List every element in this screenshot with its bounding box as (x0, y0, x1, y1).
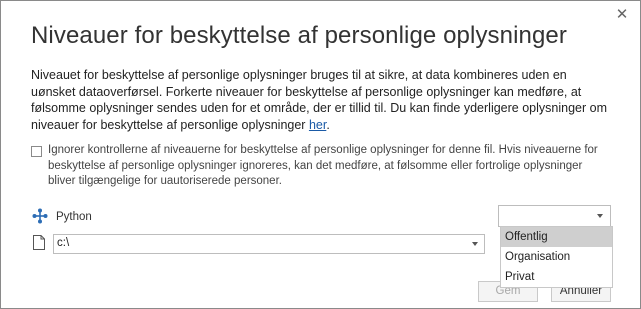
chevron-down-icon[interactable] (597, 214, 603, 218)
close-icon[interactable]: ✕ (614, 7, 630, 23)
ignore-privacy-label[interactable]: Ignorer kontrollerne af niveauerne for b… (48, 143, 608, 190)
source-path-select[interactable]: c:\ (53, 234, 485, 254)
description-suffix: . (326, 117, 330, 132)
privacy-level-dropdown: Offentlig Organisation Privat (500, 226, 613, 288)
help-link[interactable]: her (309, 118, 326, 132)
dropdown-option-privat[interactable]: Privat (501, 267, 612, 287)
ignore-privacy-checkbox[interactable] (31, 146, 42, 157)
privacy-levels-dialog: ✕ Niveauer for beskyttelse af personlige… (0, 0, 641, 309)
privacy-level-select[interactable] (498, 205, 611, 227)
source-label: Python (56, 211, 92, 223)
chevron-down-icon[interactable] (472, 242, 478, 246)
dropdown-option-organisation[interactable]: Organisation (501, 247, 612, 267)
source-path-value: c:\ (57, 237, 70, 249)
dropdown-option-offentlig[interactable]: Offentlig (501, 227, 612, 247)
python-icon (32, 208, 48, 224)
dialog-title: Niveauer for beskyttelse af personlige o… (31, 22, 567, 49)
description-text: Niveauet for beskyttelse af personlige o… (31, 67, 611, 133)
file-icon (33, 235, 45, 250)
